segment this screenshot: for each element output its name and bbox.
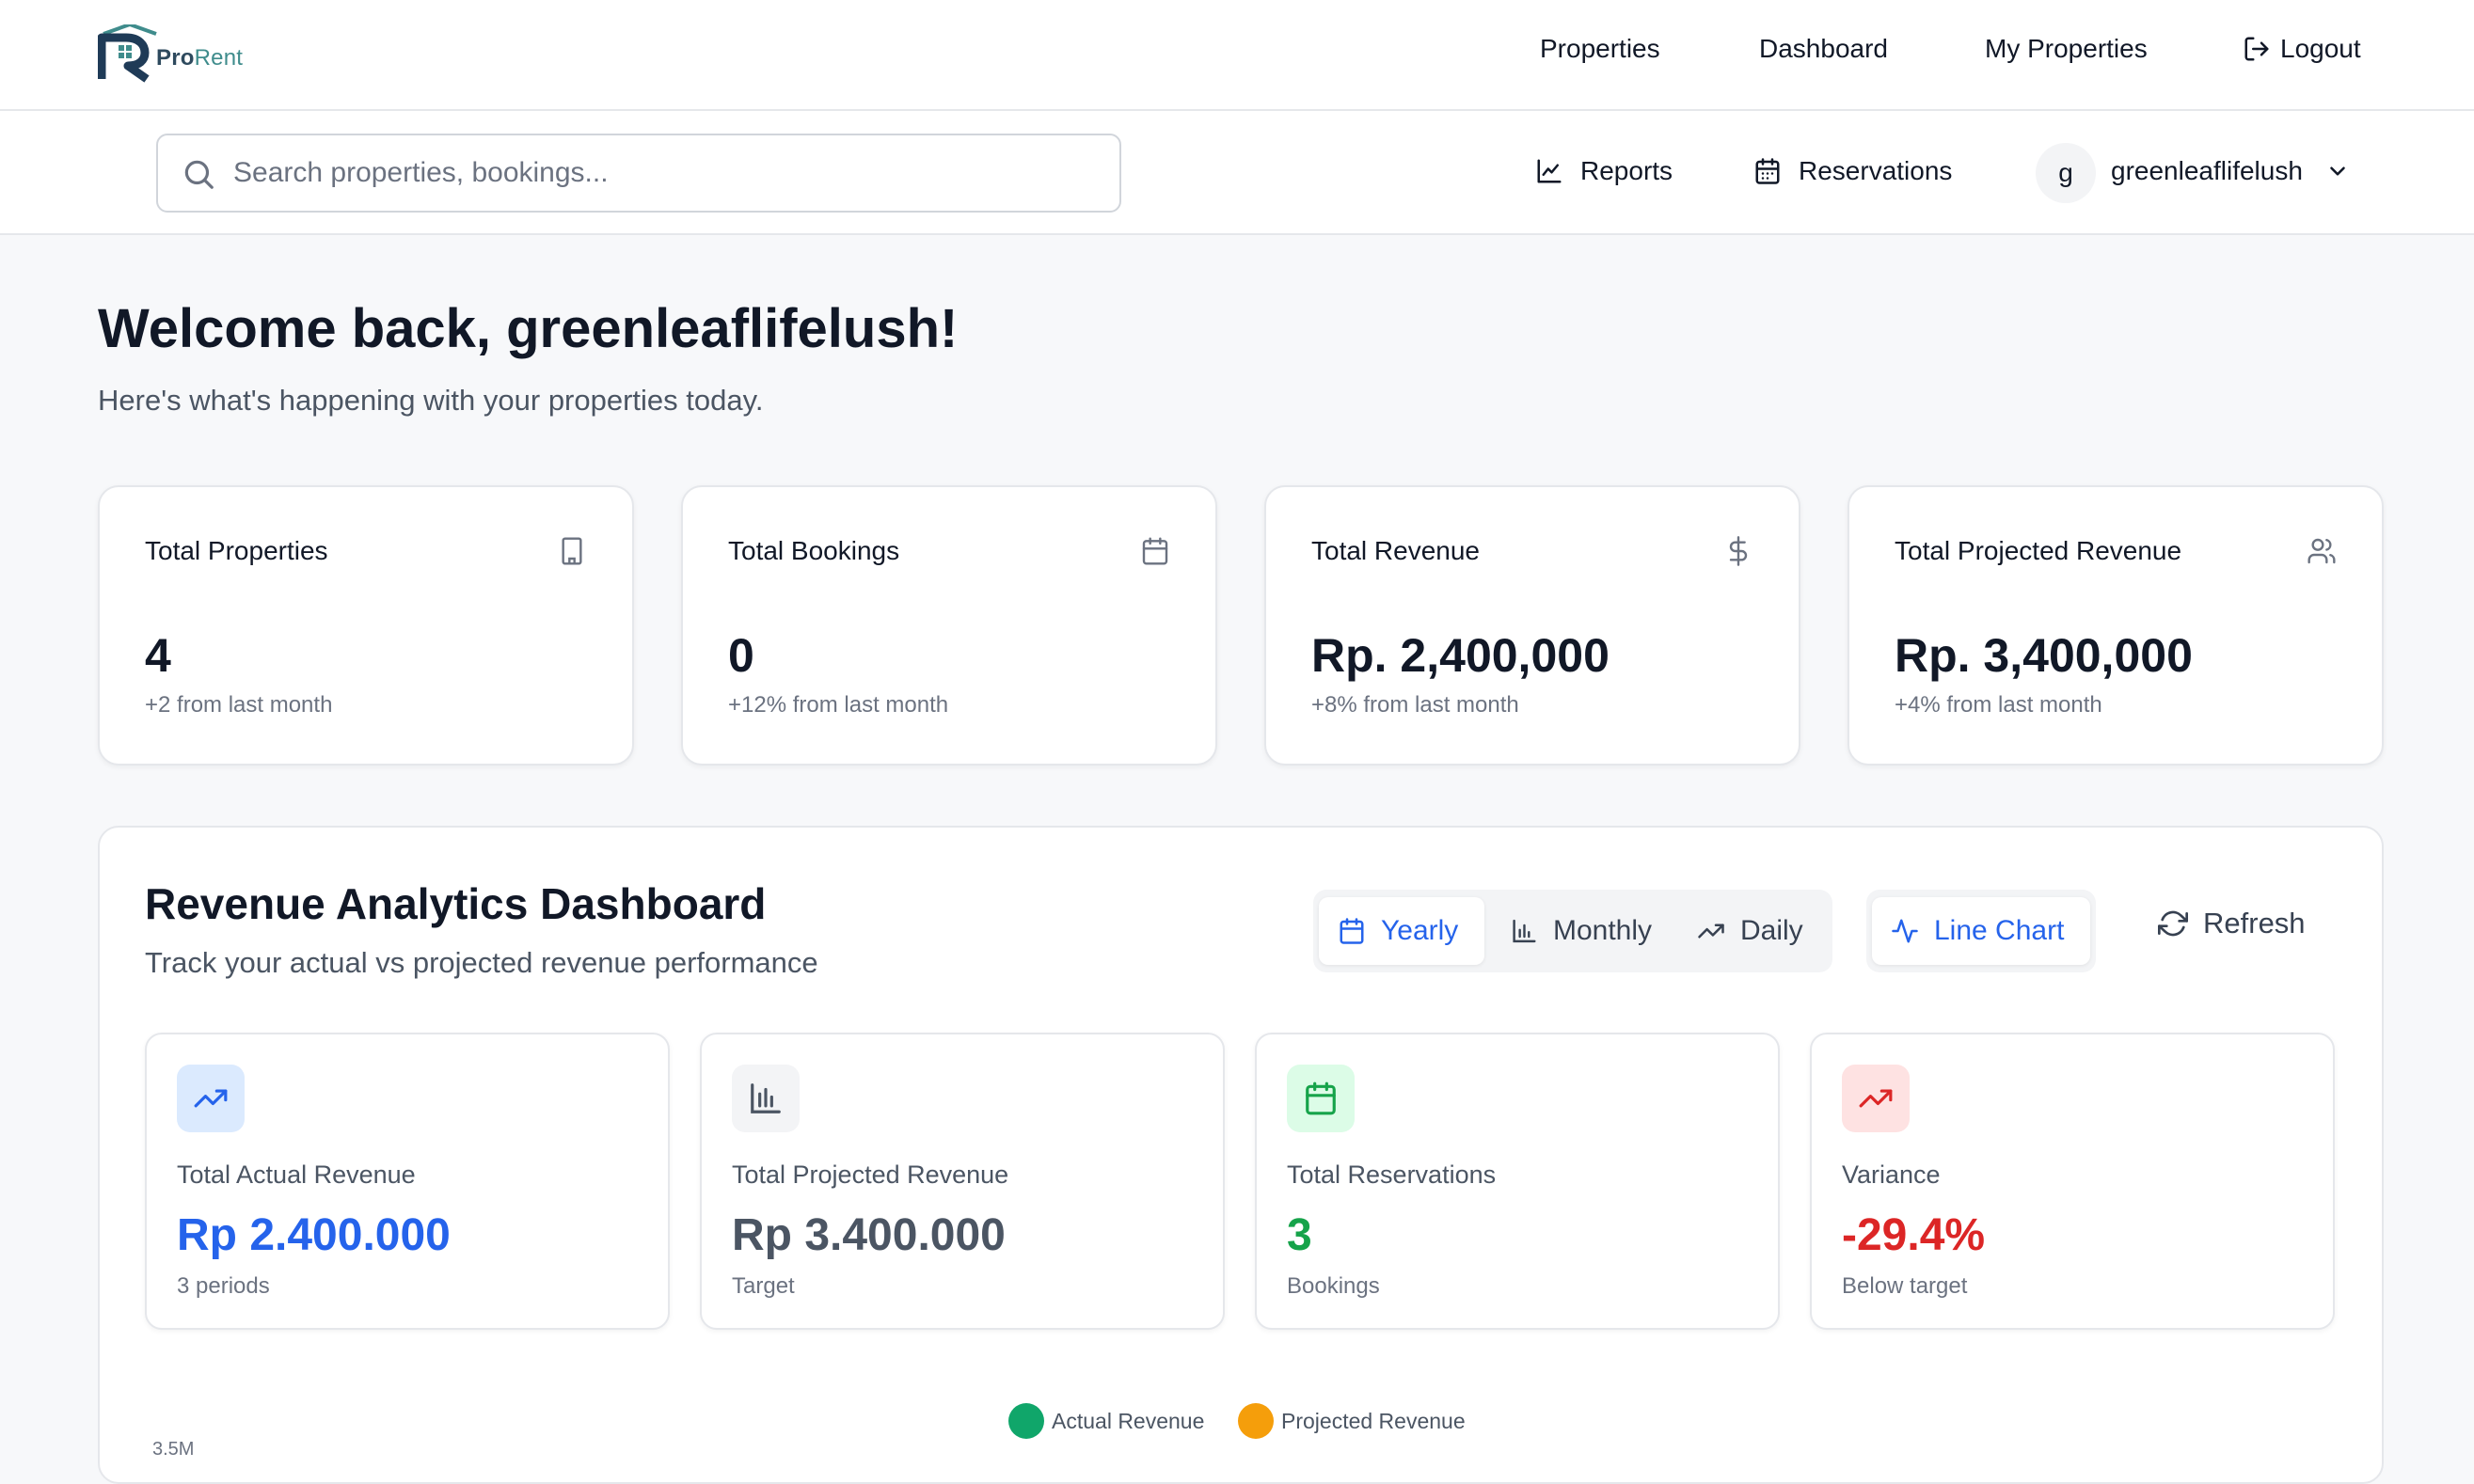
logout-label: Logout (2280, 34, 2361, 63)
trending-up-icon (1859, 1089, 1893, 1108)
metric-label: Total Projected Revenue (732, 1160, 1009, 1189)
metric-footnote: 3 periods (177, 1273, 270, 1299)
sub-toolbar: Reports Reservations g greenleaflifelush (0, 111, 2474, 235)
stat-delta: +4% from last month (1895, 692, 2102, 718)
metric-label: Variance (1842, 1160, 1941, 1189)
legend-projected-revenue[interactable]: Projected Revenue (1238, 1403, 1466, 1439)
metric-projected-revenue: Total Projected Revenue Rp 3.400.000 Tar… (700, 1033, 1225, 1330)
stat-title: Total Projected Revenue (1895, 536, 2182, 565)
search-icon (184, 160, 214, 189)
chart-type-selector: Line Chart (1866, 890, 2096, 972)
stat-card-properties: Total Properties 4 +2 from last month (98, 485, 634, 766)
metric-icon-box (732, 1065, 800, 1132)
legend-dot (1238, 1403, 1274, 1439)
metric-label: Total Reservations (1287, 1160, 1497, 1189)
metric-value: Rp 3.400.000 (732, 1210, 1006, 1260)
legend-dot (1008, 1403, 1044, 1439)
bar-chart-icon (751, 1083, 781, 1113)
metric-footnote: Below target (1842, 1273, 1968, 1299)
logo-mark-icon (97, 22, 157, 83)
stat-value: 0 (728, 629, 754, 682)
panel-subtitle: Track your actual vs projected revenue p… (145, 946, 818, 979)
building-icon (562, 537, 582, 565)
metric-icon-box (1842, 1065, 1910, 1132)
metric-footnote: Bookings (1287, 1273, 1380, 1299)
logout-icon (2244, 37, 2269, 61)
search-box[interactable] (156, 134, 1121, 213)
period-label: Monthly (1552, 915, 1652, 946)
metric-variance: Variance -29.4% Below target (1810, 1033, 2335, 1330)
metric-actual-revenue: Total Actual Revenue Rp 2.400.000 3 peri… (145, 1033, 670, 1330)
legend-label: Projected Revenue (1281, 1408, 1466, 1433)
chart-type-label: Line Chart (1934, 915, 2065, 946)
y-axis-tick: 3.5M (152, 1439, 195, 1460)
bar-chart-icon (1513, 919, 1536, 943)
metric-icon-box (1287, 1065, 1355, 1132)
period-label: Daily (1740, 915, 1803, 946)
metric-value: -29.4% (1842, 1210, 1986, 1260)
revenue-analytics-panel: Revenue Analytics Dashboard Track your a… (98, 826, 2384, 1484)
stat-card-bookings: Total Bookings 0 +12% from last month (681, 485, 1217, 766)
stat-card-projected: Total Projected Revenue Rp. 3,400,000 +4… (1848, 485, 2384, 766)
stat-delta: +12% from last month (728, 692, 949, 718)
stat-delta: +8% from last month (1311, 692, 1519, 718)
top-navbar: ProRent Properties Dashboard My Properti… (0, 0, 2474, 111)
metric-footnote: Target (732, 1273, 795, 1299)
search-input[interactable] (233, 152, 1080, 194)
calendar-days-icon (1755, 158, 1780, 184)
metric-reservations: Total Reservations 3 Bookings (1255, 1033, 1780, 1330)
chevron-down-icon (2330, 166, 2345, 176)
period-daily-button[interactable]: Daily (1678, 897, 1827, 965)
prorent-logo[interactable]: ProRent (97, 22, 286, 83)
line-chart-icon (1537, 159, 1562, 183)
period-selector: Yearly Monthly Daily (1313, 890, 1832, 972)
period-yearly-button[interactable]: Yearly (1319, 897, 1484, 965)
logout-button[interactable]: Logout (2243, 34, 2361, 64)
reports-link[interactable]: Reports (1535, 156, 1673, 186)
page-subtitle: Here's what's happening with your proper… (98, 384, 764, 417)
refresh-button[interactable]: Refresh (2158, 907, 2306, 940)
metric-value: 3 (1287, 1210, 1312, 1260)
trending-up-icon (194, 1089, 228, 1108)
calendar-icon (1306, 1081, 1336, 1115)
stat-title: Total Revenue (1311, 536, 1481, 565)
legend-actual-revenue[interactable]: Actual Revenue (1008, 1403, 1204, 1439)
users-icon (2307, 538, 2336, 564)
reservations-link[interactable]: Reservations (1753, 156, 1952, 186)
nav-dashboard[interactable]: Dashboard (1759, 34, 1888, 64)
line-chart-button[interactable]: Line Chart (1872, 897, 2090, 965)
nav-properties[interactable]: Properties (1540, 34, 1660, 64)
avatar[interactable]: g (2036, 143, 2096, 203)
page-title: Welcome back, greenleaflifelush! (98, 298, 959, 359)
stat-card-revenue: Total Revenue Rp. 2,400,000 +8% from las… (1264, 485, 1800, 766)
stat-title: Total Bookings (728, 536, 900, 565)
metric-icon-box (177, 1065, 245, 1132)
metric-value: Rp 2.400.000 (177, 1210, 451, 1260)
stat-delta: +2 from last month (145, 692, 333, 718)
reports-label: Reports (1580, 156, 1673, 185)
username-label: greenleaflifelush (2111, 156, 2303, 185)
period-monthly-button[interactable]: Monthly (1492, 897, 1671, 965)
reservations-label: Reservations (1799, 156, 1953, 185)
period-label: Yearly (1381, 915, 1459, 946)
legend-label: Actual Revenue (1052, 1408, 1205, 1433)
nav-my-properties[interactable]: My Properties (1985, 34, 2148, 64)
metric-label: Total Actual Revenue (177, 1160, 416, 1189)
user-menu[interactable]: greenleaflifelush (2111, 156, 2350, 186)
refresh-icon (2158, 910, 2188, 937)
stat-title: Total Properties (145, 536, 328, 565)
dollar-icon (1729, 536, 1748, 566)
trending-up-icon (1698, 924, 1724, 939)
panel-title: Revenue Analytics Dashboard (145, 879, 767, 928)
calendar-icon (1340, 918, 1364, 944)
logo-text: ProRent (156, 45, 244, 71)
calendar-icon (1142, 537, 1168, 565)
activity-icon (1892, 919, 1918, 943)
stat-value: Rp. 3,400,000 (1895, 629, 2193, 682)
refresh-label: Refresh (2203, 907, 2306, 939)
stat-value: Rp. 2,400,000 (1311, 629, 1610, 682)
stat-value: 4 (145, 629, 171, 682)
